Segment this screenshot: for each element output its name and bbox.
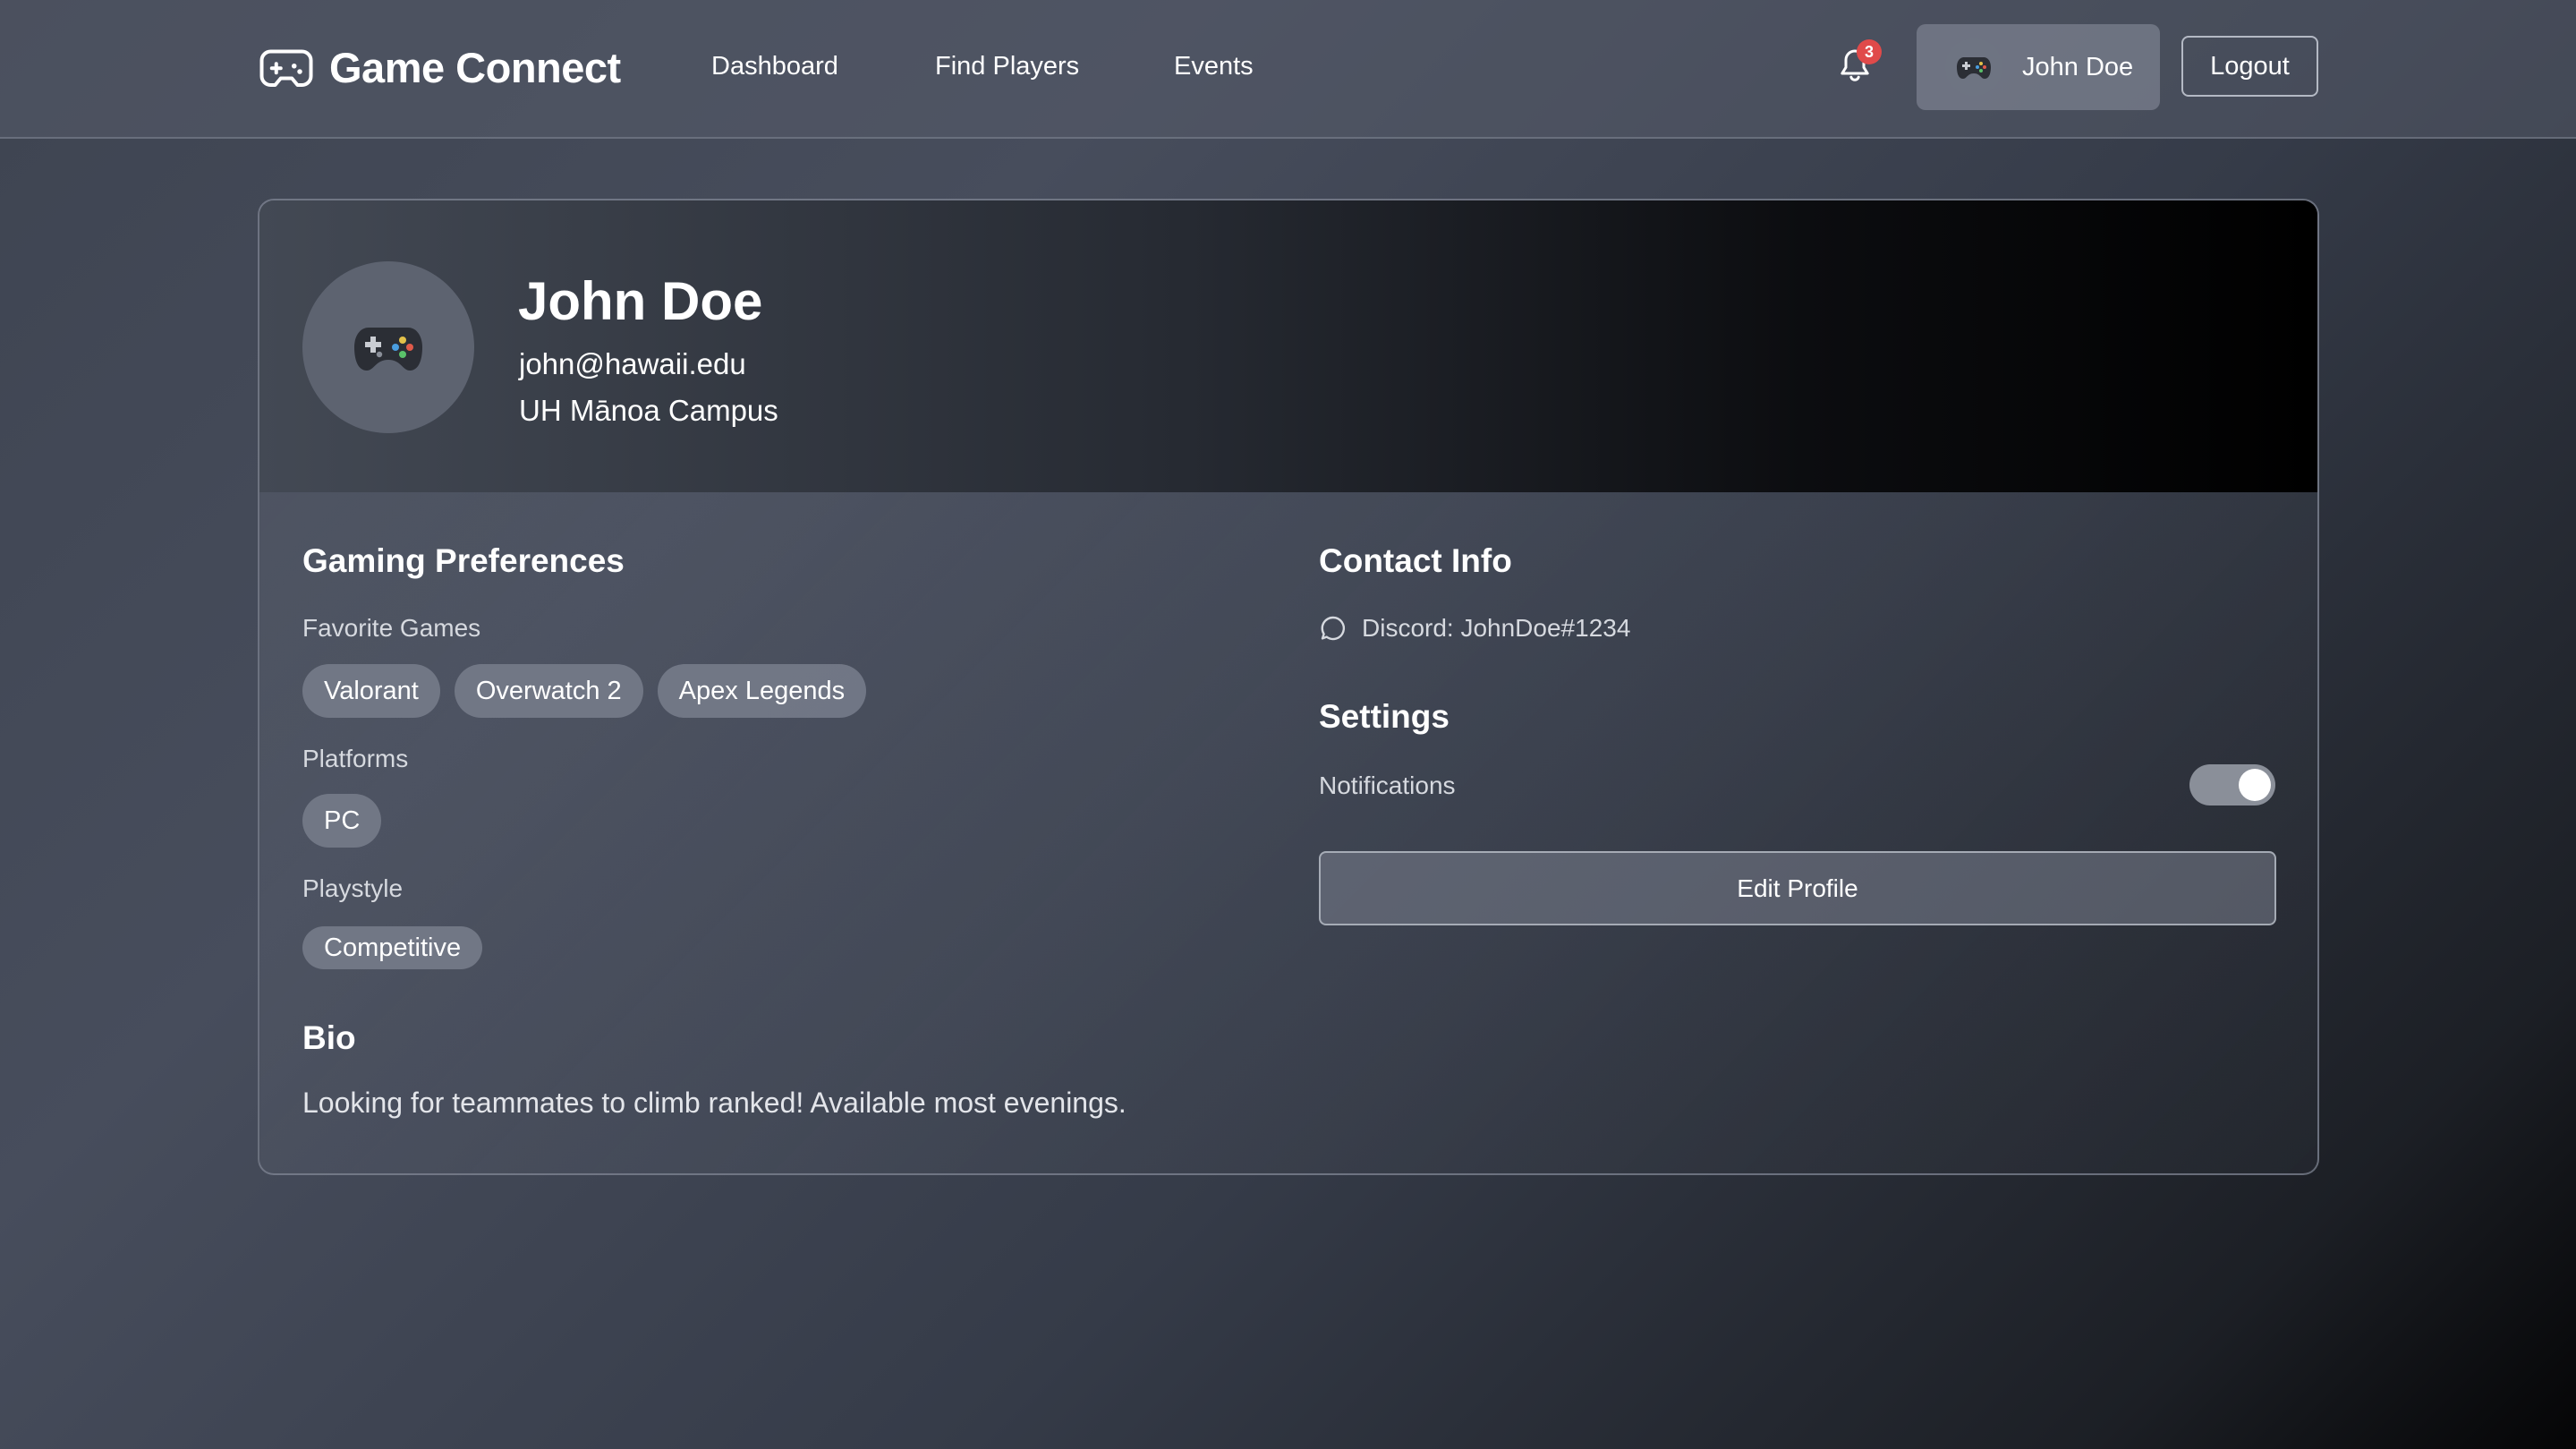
- brand-name: Game Connect: [329, 43, 621, 91]
- gaming-preferences-title: Gaming Preferences: [302, 542, 625, 579]
- notifications-button[interactable]: 3: [1837, 39, 1882, 88]
- gamepad-emoji-icon: [354, 328, 422, 371]
- profile-header: John Doe john@hawaii.edu UH Mānoa Campus: [259, 200, 2317, 492]
- brand-link[interactable]: Game Connect: [259, 39, 621, 95]
- favorite-games-label: Favorite Games: [302, 614, 481, 642]
- nav-link-find-players[interactable]: Find Players: [935, 47, 1079, 86]
- logout-button[interactable]: Logout: [2181, 36, 2318, 97]
- edit-profile-button[interactable]: Edit Profile: [1319, 851, 2276, 925]
- profile-card: John Doe john@hawaii.edu UH Mānoa Campus…: [258, 199, 2319, 1175]
- playstyle-label: Playstyle: [302, 874, 404, 902]
- settings-title: Settings: [1319, 698, 1450, 735]
- playstyle-tag: Competitive: [302, 926, 483, 969]
- profile-name: John Doe: [518, 271, 763, 331]
- notifications-label: Notifications: [1319, 771, 1456, 799]
- nav-link-events[interactable]: Events: [1174, 47, 1254, 86]
- bio-text: Looking for teammates to climb ranked! A…: [302, 1087, 1126, 1119]
- profile-campus: UH Mānoa Campus: [519, 394, 778, 427]
- platform-tag: PC: [302, 794, 382, 848]
- bio-title: Bio: [302, 1019, 356, 1056]
- game-tag: Overwatch 2: [454, 664, 643, 718]
- user-menu-button[interactable]: John Doe: [1917, 24, 2160, 110]
- gamepad-emoji-icon: [1957, 57, 1991, 79]
- favorite-games-list: Valorant Overwatch 2 Apex Legends: [302, 664, 867, 718]
- discord-contact: Discord: JohnDoe#1234: [1319, 614, 1630, 643]
- platforms-list: PC: [302, 794, 382, 848]
- notifications-toggle[interactable]: [2189, 764, 2275, 805]
- avatar: [1945, 38, 2002, 96]
- profile-avatar: [302, 261, 474, 433]
- game-tag: Valorant: [302, 664, 440, 718]
- contact-info-title: Contact Info: [1319, 542, 1512, 579]
- user-name: John Doe: [2022, 52, 2134, 81]
- profile-email: john@hawaii.edu: [519, 347, 746, 380]
- chat-bubble-icon: [1321, 616, 1346, 641]
- playstyle-list: Competitive: [302, 926, 483, 969]
- top-navbar: Game Connect Dashboard Find Players Even…: [0, 0, 2576, 139]
- nav-link-dashboard[interactable]: Dashboard: [711, 47, 838, 86]
- gamepad-icon: [259, 49, 313, 87]
- notification-count-badge: 3: [1857, 39, 1882, 64]
- toggle-knob: [2239, 769, 2271, 801]
- game-tag: Apex Legends: [657, 664, 867, 718]
- discord-handle: Discord: JohnDoe#1234: [1362, 614, 1631, 642]
- platforms-label: Platforms: [302, 745, 409, 772]
